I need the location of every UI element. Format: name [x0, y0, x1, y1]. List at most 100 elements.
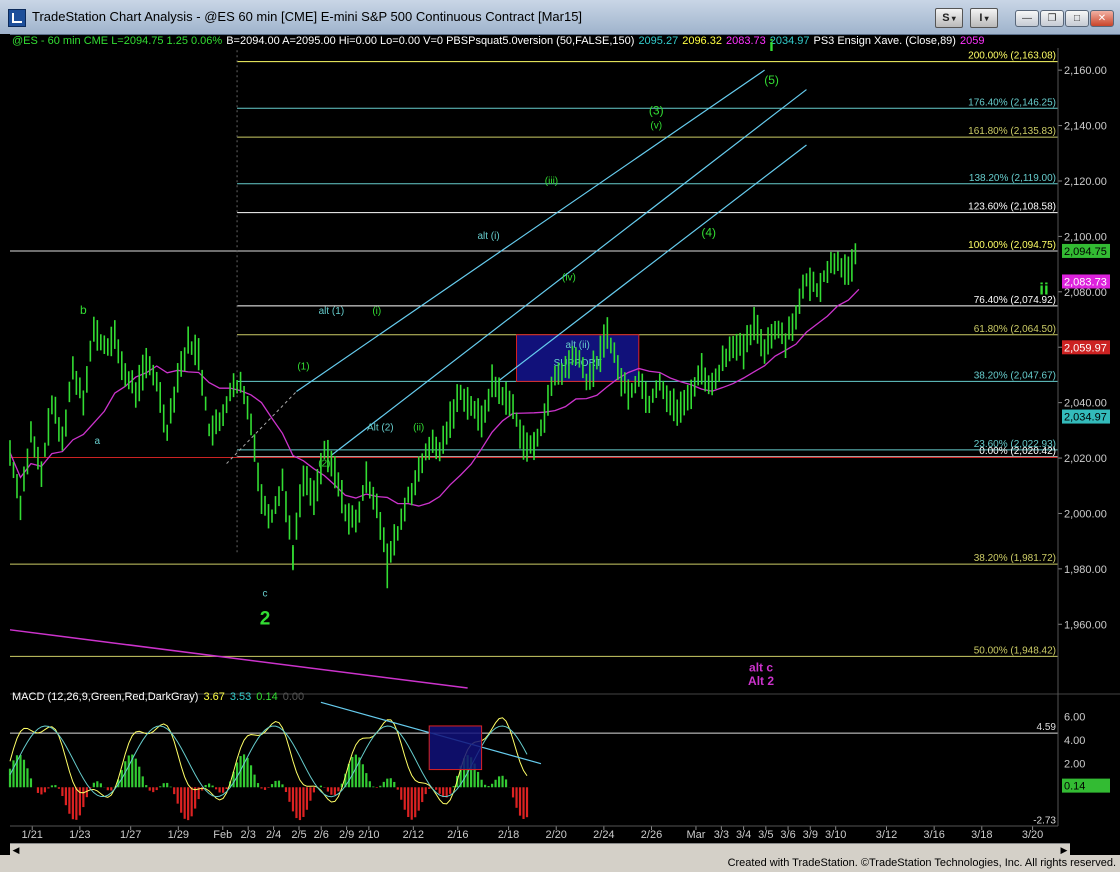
- wave-label: c: [263, 589, 268, 600]
- price-tick-label: 1,980.00: [1064, 564, 1107, 576]
- macd-badge-label: 0.14: [1064, 781, 1085, 793]
- fib-level-label: 61.80% (2,064.50): [974, 324, 1056, 335]
- price-badge-box: [1062, 274, 1110, 289]
- time-tick-label: 2/26: [641, 829, 662, 841]
- time-tick-label: Mar: [686, 829, 705, 841]
- time-tick-label: 3/5: [758, 829, 773, 841]
- status-item: 2059: [959, 35, 985, 47]
- wave-label: 2: [260, 608, 271, 629]
- price-tick-label: 2,100.00: [1064, 231, 1107, 243]
- footer: Created with TradeStation. ©TradeStation…: [0, 855, 1120, 872]
- s-dropdown-button[interactable]: S ▾: [935, 8, 963, 28]
- time-tick-label: 2/24: [593, 829, 614, 841]
- time-tick-label: 2/5: [291, 829, 306, 841]
- macd-level-label: 4.59: [1037, 722, 1057, 733]
- channel-line: [498, 144, 807, 381]
- copyright-notice: Created with TradeStation. ©TradeStation…: [727, 857, 1116, 869]
- fib-level-label: 123.60% (2,108.58): [968, 202, 1056, 213]
- macd-value: 3.53: [229, 691, 252, 703]
- fib-level-label: 50.00% (1,948.42): [974, 645, 1056, 656]
- macd-trendline: [320, 701, 542, 765]
- fib-level-label: 23.60% (2,022.93): [974, 439, 1056, 450]
- time-tick-label: 3/10: [825, 829, 846, 841]
- title-bar: TradeStation Chart Analysis - @ES 60 min…: [0, 0, 1120, 35]
- price-badge-box: [1062, 409, 1110, 424]
- status-item: B=2094.00 A=2095.00 Hi=0.00 Lo=0.00 V=0 …: [226, 35, 635, 47]
- price-tick-label: 2,020.00: [1064, 453, 1107, 465]
- wave-label: ii: [1039, 280, 1048, 299]
- time-tick-label: 3/4: [736, 829, 751, 841]
- macd-badge-box: [1062, 778, 1110, 793]
- price-tick-label: 1,960.00: [1064, 619, 1107, 631]
- macd-params: MACD (12,26,9,Green,Red,DarkGray): [12, 691, 199, 703]
- support-box-label: SUPPORT: [554, 358, 602, 369]
- window-title: TradeStation Chart Analysis - @ES 60 min…: [32, 9, 583, 24]
- support-box-title: alt (ii): [565, 340, 589, 351]
- moving-average-line: [9, 288, 860, 507]
- restore-icon[interactable]: ❐: [1040, 10, 1064, 27]
- fib-level-label: 0.00% (2,020.42): [979, 446, 1056, 457]
- status-item: 2083.73: [725, 35, 766, 47]
- price-tick-label: 2,080.00: [1064, 287, 1107, 299]
- price-badge-box: [1062, 340, 1110, 355]
- price-tick-label: 2,000.00: [1064, 508, 1107, 520]
- channel-line: [296, 69, 765, 393]
- status-item: 2096.32: [682, 35, 722, 47]
- macd-value: 0.14: [256, 691, 278, 703]
- macd-panel: 2.00 4.00 6.00 4.59 -2.73 0.14: [8, 701, 1110, 826]
- fib-level-label: 38.20% (1,981.72): [974, 553, 1056, 564]
- wave-label: b: [80, 303, 87, 317]
- fib-level-label: 76.40% (2,074.92): [974, 295, 1056, 306]
- wave-label: (i): [372, 306, 381, 317]
- maximize-icon[interactable]: □: [1065, 10, 1089, 27]
- time-tick-label: 2/12: [403, 829, 424, 841]
- price-panel: [10, 48, 1058, 688]
- wave-label: (ii): [413, 422, 424, 433]
- price-badge-label: 2,034.97: [1064, 412, 1107, 424]
- fib-level-label: 100.00% (2,094.75): [968, 240, 1056, 251]
- time-tick-label: 3/6: [780, 829, 795, 841]
- dashed-projection-line: [226, 391, 297, 464]
- fib-level-label: 38.20% (2,047.67): [974, 370, 1056, 381]
- fib-level-label: 176.40% (2,146.25): [968, 97, 1056, 108]
- fib-level-label: 161.80% (2,135.83): [968, 126, 1056, 137]
- wave-label: (iii): [545, 176, 558, 187]
- price-tick-label: 2,060.00: [1064, 342, 1107, 354]
- time-tick-label: 3/20: [1022, 829, 1043, 841]
- wave-label: (4): [701, 225, 716, 239]
- status-item: @ES - 60 min CME L=2094.75 1.25 0.06%: [12, 35, 223, 47]
- time-tick-label: 2/10: [358, 829, 379, 841]
- minimize-icon[interactable]: —: [1015, 10, 1039, 27]
- macd-line: [9, 717, 528, 805]
- close-icon[interactable]: ✕: [1090, 10, 1114, 27]
- fib-level-label: 138.20% (2,119.00): [969, 173, 1056, 184]
- price-badge-box: [1062, 243, 1110, 258]
- wave-label: (v): [650, 120, 662, 131]
- wave-label: (1): [297, 361, 309, 372]
- time-tick-label: 2/4: [266, 829, 281, 841]
- fib-level-label: 200.00% (2,163.08): [968, 51, 1056, 62]
- price-tick-label: 2,160.00: [1064, 65, 1107, 77]
- price-badge-label: 2,059.97: [1064, 342, 1107, 354]
- magenta-trendline: [9, 629, 468, 689]
- time-tick-label: 1/21: [22, 829, 43, 841]
- price-tick-label: 2,140.00: [1064, 121, 1107, 133]
- time-tick-label: Feb: [213, 829, 232, 841]
- wave-label: a: [95, 436, 101, 447]
- time-tick-label: 1/27: [120, 829, 141, 841]
- time-tick-label: 2/20: [546, 829, 567, 841]
- price-badge-label: 2,094.75: [1064, 246, 1107, 258]
- wave-label: Alt 2: [748, 674, 774, 688]
- wave-label: alt (i): [477, 231, 499, 242]
- i-dropdown-button[interactable]: I ▾: [970, 8, 998, 28]
- status-item: PS3 Ensign Xave. (Close,89): [813, 35, 956, 47]
- macd-tick-label: 4.00: [1064, 735, 1085, 747]
- time-tick-label: 3/9: [803, 829, 818, 841]
- time-tick-label: 2/3: [241, 829, 256, 841]
- price-bars: [9, 243, 857, 589]
- time-tick-label: 2/6: [314, 829, 329, 841]
- wave-label: (iv): [562, 273, 576, 284]
- time-tick-label: 2/16: [447, 829, 468, 841]
- price-tick-label: 2,120.00: [1064, 176, 1107, 188]
- wave-label: (5): [764, 73, 779, 87]
